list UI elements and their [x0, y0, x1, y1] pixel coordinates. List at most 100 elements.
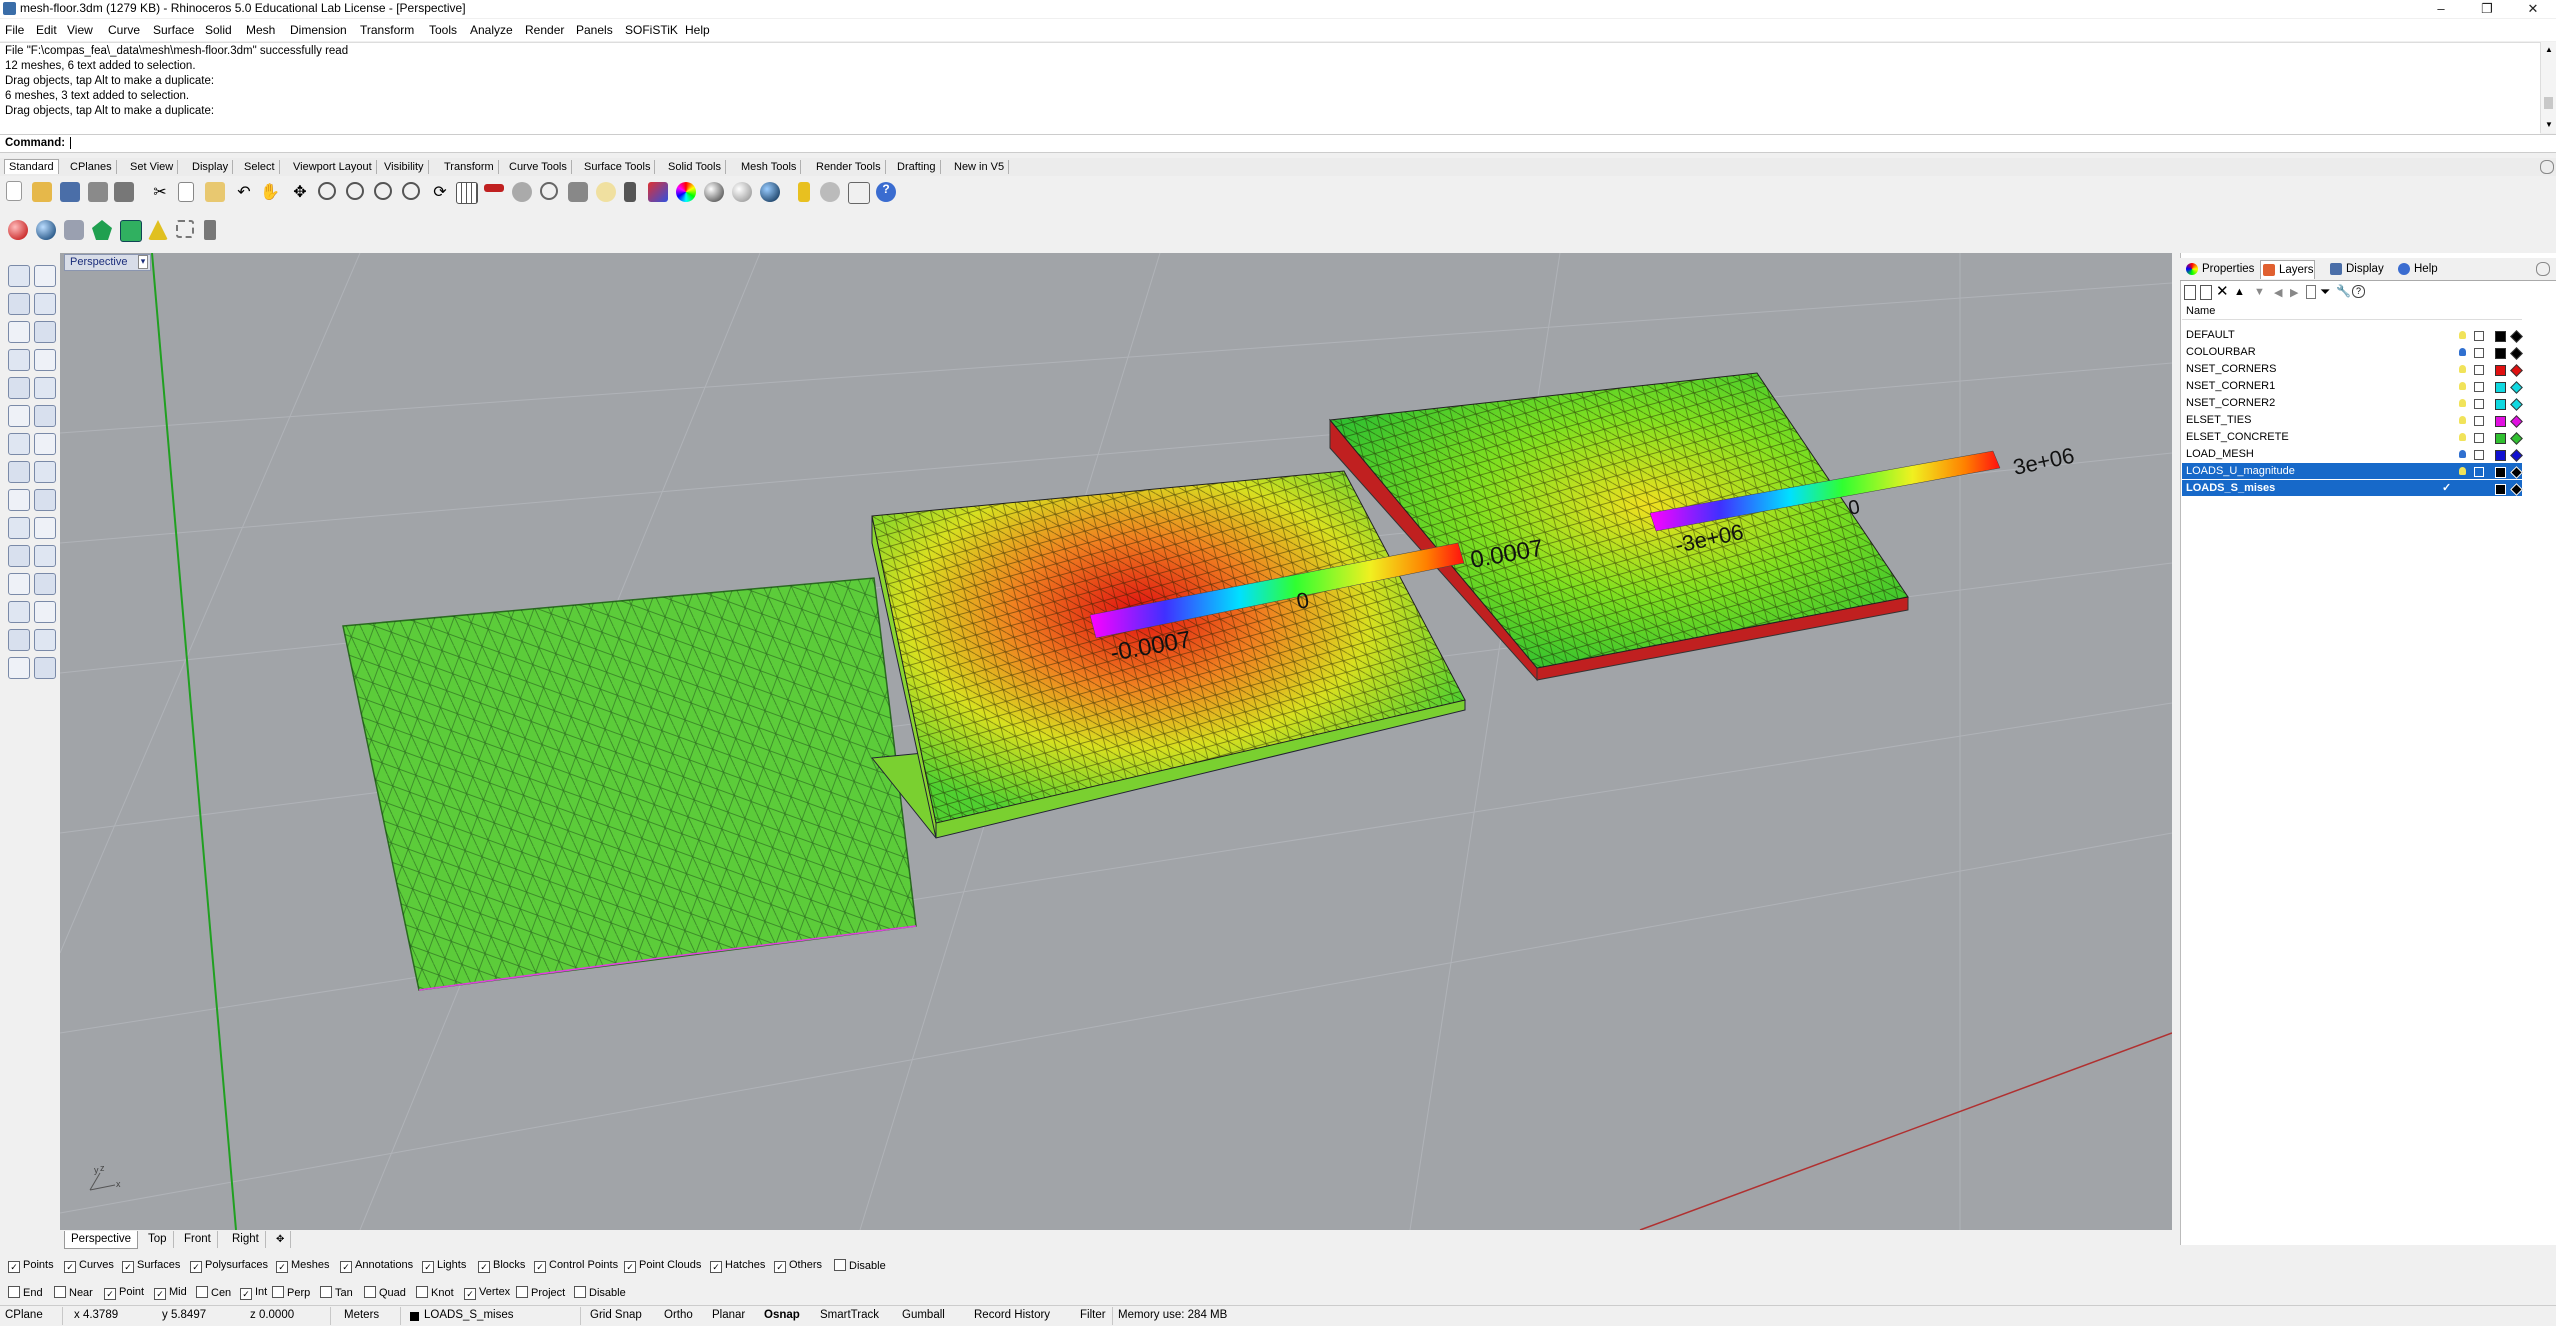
undo-icon[interactable]: ↶: [234, 182, 254, 202]
tools-icon[interactable]: 🔧: [2336, 284, 2351, 298]
save-icon[interactable]: [60, 182, 80, 202]
osnap-perp[interactable]: Perp: [272, 1286, 310, 1300]
layer-color-swatch[interactable]: [2495, 433, 2506, 444]
four-viewports-icon[interactable]: [456, 182, 478, 204]
cplane-icon[interactable]: [484, 184, 504, 192]
layer-row-loads-u-magnitude[interactable]: LOADS_U_magnitude: [2182, 463, 2523, 479]
help-icon[interactable]: ?: [876, 182, 896, 202]
toggle-grid-snap[interactable]: Grid Snap: [590, 1309, 642, 1321]
osnap-int[interactable]: ✓ Int: [240, 1286, 267, 1300]
render-icon[interactable]: [8, 657, 30, 679]
tab-new-in-v5[interactable]: New in V5: [950, 160, 1010, 174]
rotate-view-icon[interactable]: ⟳: [430, 182, 450, 202]
delete-layer-icon[interactable]: ✕: [2216, 282, 2229, 300]
material-icon[interactable]: [2510, 466, 2523, 479]
circle-icon[interactable]: [8, 321, 30, 343]
paste-icon[interactable]: [205, 182, 225, 202]
tab-mesh-tools[interactable]: Mesh Tools: [737, 160, 802, 174]
osnap-mid[interactable]: ✓ Mid: [154, 1286, 187, 1300]
copy-icon[interactable]: [178, 182, 194, 202]
extrude-icon[interactable]: [8, 461, 30, 483]
layer-color-swatch[interactable]: [2495, 331, 2506, 342]
menu-view[interactable]: View: [67, 23, 93, 37]
tab-solid-tools[interactable]: Solid Tools: [664, 160, 726, 174]
close-button[interactable]: ✕: [2510, 0, 2556, 18]
filter-polysurfaces[interactable]: ✓ Polysurfaces: [190, 1259, 268, 1273]
environment-icon[interactable]: [732, 182, 752, 202]
analyze-icon[interactable]: [8, 629, 30, 651]
osnap-vertex[interactable]: ✓ Vertex: [464, 1286, 510, 1300]
panel-options-gear-icon[interactable]: [2536, 262, 2550, 276]
layer-row-colourbar[interactable]: COLOURBAR: [2182, 344, 2523, 360]
material-icon[interactable]: [2510, 364, 2523, 377]
pan-hand-icon[interactable]: ✋: [260, 182, 280, 202]
new-layer-icon[interactable]: [2184, 285, 2196, 300]
lock-icon[interactable]: [2474, 399, 2484, 409]
open-folder-icon[interactable]: [32, 182, 52, 202]
lock-icon[interactable]: [2474, 382, 2484, 392]
tab-right[interactable]: Right: [226, 1231, 266, 1248]
osnap-point[interactable]: ✓ Point: [104, 1286, 144, 1300]
array-icon[interactable]: [8, 601, 30, 623]
lock-icon[interactable]: [2474, 365, 2484, 375]
menu-transform[interactable]: Transform: [360, 23, 414, 37]
lock-icon[interactable]: [2474, 331, 2484, 341]
layer-color-swatch[interactable]: [2495, 484, 2506, 495]
minimize-button[interactable]: –: [2418, 0, 2464, 18]
lock-icon[interactable]: [624, 182, 636, 202]
material-icon[interactable]: [2510, 415, 2523, 428]
toggle-filter[interactable]: Filter: [1080, 1309, 1106, 1321]
menu-mesh[interactable]: Mesh: [246, 23, 275, 37]
transform-icon[interactable]: [34, 573, 56, 595]
material-palette-icon[interactable]: [676, 182, 696, 202]
osnap-end[interactable]: End: [8, 1286, 43, 1300]
material-icon[interactable]: [2510, 398, 2523, 411]
mesh-slab-elset-concrete[interactable]: [342, 577, 917, 991]
tab-viewport-layout[interactable]: Viewport Layout: [289, 160, 377, 174]
shade-icon[interactable]: [512, 182, 532, 202]
tab-cplanes[interactable]: CPlanes: [66, 160, 117, 174]
layer-color-swatch[interactable]: [2495, 382, 2506, 393]
layer-color-swatch[interactable]: [2495, 467, 2506, 478]
light-bulb-icon[interactable]: [2459, 416, 2466, 424]
boolean-icon[interactable]: [8, 489, 30, 511]
light-bulb-icon[interactable]: [2459, 331, 2466, 339]
material-icon[interactable]: [2510, 347, 2523, 360]
viewport-menu-arrow-icon[interactable]: ▾: [138, 255, 148, 269]
filter-others[interactable]: ✓ Others: [774, 1259, 822, 1273]
layer-row-default[interactable]: DEFAULT: [2182, 327, 2523, 343]
green-shape-icon[interactable]: [92, 220, 112, 240]
curve-from-object-icon[interactable]: [34, 377, 56, 399]
osnap-cen[interactable]: Cen: [196, 1286, 231, 1300]
layer-row-elset-ties[interactable]: ELSET_TIES: [2182, 412, 2523, 428]
tab-standard[interactable]: Standard: [4, 159, 59, 174]
toggle-ortho[interactable]: Ortho: [664, 1309, 693, 1321]
tab-top[interactable]: Top: [142, 1231, 174, 1248]
loft-icon[interactable]: [34, 461, 56, 483]
tab-curve-tools[interactable]: Curve Tools: [505, 160, 572, 174]
filter-control-points[interactable]: ✓ Control Points: [534, 1259, 618, 1273]
green-box-icon[interactable]: [120, 220, 142, 242]
viewport-canvas[interactable]: -0.0007 0 0.0007 -3e+06 0 3e+06 x y z: [60, 253, 2172, 1230]
menu-tools[interactable]: Tools: [429, 23, 457, 37]
menu-render[interactable]: Render: [525, 23, 564, 37]
bounding-box-icon[interactable]: [176, 220, 194, 238]
filter-hatches[interactable]: ✓ Hatches: [710, 1259, 765, 1273]
move-up-icon[interactable]: ▲: [2234, 286, 2245, 298]
filter-lights[interactable]: ✓ Lights: [422, 1259, 466, 1273]
ellipse-icon[interactable]: [8, 377, 30, 399]
menu-dimension[interactable]: Dimension: [290, 23, 347, 37]
menu-solid[interactable]: Solid: [205, 23, 232, 37]
lock-icon[interactable]: [2474, 348, 2484, 358]
layer-row-elset-concrete[interactable]: ELSET_CONCRETE: [2182, 429, 2523, 445]
mesh-icon[interactable]: [64, 220, 84, 240]
zoom-extents-icon[interactable]: [374, 182, 392, 200]
tab-drafting[interactable]: Drafting: [893, 160, 941, 174]
lock-icon[interactable]: [2474, 450, 2484, 460]
render-icon[interactable]: [704, 182, 724, 202]
light-bulb-icon[interactable]: [2459, 399, 2466, 407]
scroll-down-icon[interactable]: ▼: [2545, 120, 2553, 129]
new-file-icon[interactable]: [6, 181, 22, 201]
osnap-project[interactable]: Project: [516, 1286, 565, 1300]
tab-help[interactable]: Help: [2396, 260, 2438, 278]
